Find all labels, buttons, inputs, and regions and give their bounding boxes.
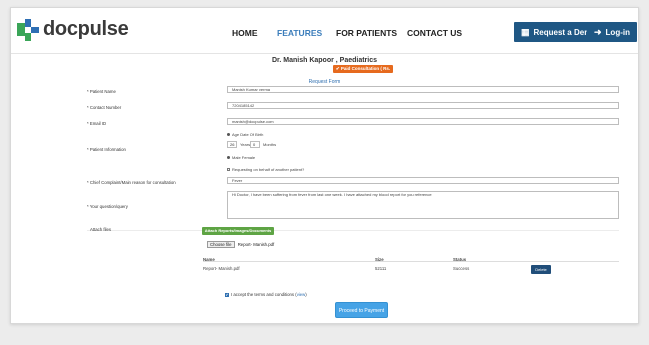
file-row-size: 52111	[375, 266, 387, 271]
email-label: * Email ID	[87, 121, 107, 126]
proceed-to-payment-button[interactable]: Proceed to Payment	[335, 302, 388, 318]
calendar-icon: ▦	[521, 26, 530, 37]
delete-file-button[interactable]: Delete	[531, 265, 551, 274]
divider	[87, 230, 619, 231]
paid-consultation-badge: ✔ Paid Consultation ( Rs. 700)	[333, 65, 393, 79]
attach-files-label: Attach files	[90, 227, 112, 232]
terms-row: ✔ I accept the terms and conditions (view…	[225, 292, 307, 297]
nav-for-patients[interactable]: FOR PATIENTS	[336, 28, 397, 38]
login-button[interactable]: ➜ Log-in	[587, 22, 637, 42]
col-size: Size	[375, 257, 384, 262]
choose-file-button[interactable]: Choose file	[207, 241, 235, 248]
on-behalf-checkbox[interactable]	[227, 168, 230, 171]
terms-text: I accept the terms and conditions (	[231, 292, 297, 297]
terms-suffix: )	[305, 292, 307, 297]
doctor-name: Dr. Manish Kapoor , Paediatrics	[271, 57, 378, 64]
files-table-header: Name Size Status	[203, 257, 619, 262]
col-status: Status	[453, 257, 467, 262]
chosen-file-name: Report- Manish.pdf	[237, 242, 275, 247]
terms-view-link[interactable]: view	[297, 292, 306, 297]
contact-number-input[interactable]: 7204185142	[227, 102, 619, 109]
email-input[interactable]: manish@docpulse.com	[227, 118, 619, 125]
question-textarea[interactable]: Hi Doctor, I have been suffering from fe…	[227, 191, 619, 219]
col-name: Name	[203, 257, 215, 262]
terms-checkbox[interactable]: ✔	[225, 292, 229, 297]
complaint-label: * Chief Complaint/Main reason for consul…	[87, 180, 176, 185]
complaint-input[interactable]: Fever	[227, 177, 619, 184]
months-label: Months	[263, 142, 277, 147]
nav-contact-us[interactable]: CONTACT US	[407, 28, 462, 38]
age-dob-option: Age Date Of Birth	[232, 132, 264, 137]
browser-frame: docpulse HOME FEATURES FOR PATIENTS CONT…	[10, 7, 639, 324]
top-navbar: docpulse HOME FEATURES FOR PATIENTS CONT…	[11, 8, 638, 54]
age-months-input[interactable]: 0	[250, 141, 260, 148]
file-row-name: Report- Manish.pdf	[203, 266, 240, 271]
attach-reports-button[interactable]: Attach Reports/Images/Documents etc	[202, 227, 274, 241]
nav-home[interactable]: HOME	[232, 28, 258, 38]
patient-name-input[interactable]: Manish Kumar verma	[227, 86, 619, 93]
docpulse-logo-icon	[17, 19, 39, 41]
years-label: Years	[240, 142, 251, 147]
age-radio[interactable]	[227, 133, 230, 136]
patient-information-label: * Patient Information	[87, 147, 126, 152]
login-label: Log-in	[605, 27, 630, 37]
age-years-input[interactable]: 26	[227, 141, 237, 148]
male-radio[interactable]	[227, 156, 230, 159]
request-form-title: Request Form	[308, 79, 341, 85]
file-row-status: Success	[453, 266, 470, 271]
question-label: * Your question/query	[87, 204, 128, 209]
contact-number-label: * Contact Number	[87, 105, 122, 110]
file-chooser: Choose file Report- Manish.pdf	[207, 241, 274, 248]
nav-features[interactable]: FEATURES	[277, 28, 322, 38]
on-behalf-label: Requesting on behalf of another patient?	[232, 167, 305, 172]
logo-text[interactable]: docpulse	[43, 18, 129, 41]
login-icon: ➜	[594, 26, 602, 37]
sex-options: Male Female	[232, 155, 256, 160]
patient-name-label: * Patient Name	[87, 89, 116, 94]
